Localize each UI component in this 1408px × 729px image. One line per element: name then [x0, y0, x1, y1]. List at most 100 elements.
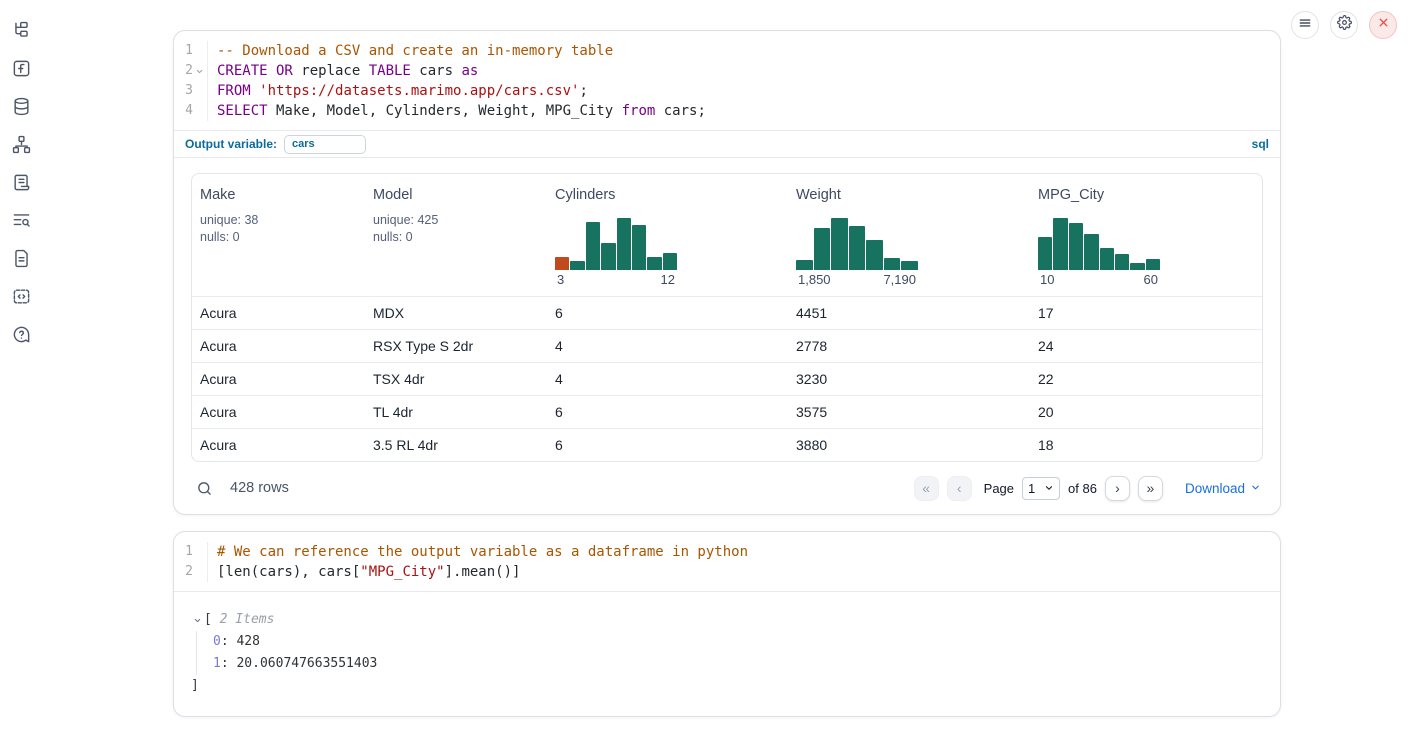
histogram-bar: [555, 257, 569, 270]
histogram-bar: [901, 261, 918, 270]
column-header[interactable]: Makeunique: 38nulls: 0: [192, 174, 365, 296]
histogram-bar: [849, 226, 866, 270]
sql-code-editor[interactable]: 1 -- Download a CSV and create an in-memo…: [174, 31, 1280, 130]
column-stat: unique: 425: [373, 212, 539, 229]
line-number: 1: [177, 542, 193, 562]
table-row[interactable]: AcuraTSX 4dr4323022: [192, 362, 1262, 395]
fold-spacer: [193, 105, 205, 117]
histogram-bar: [570, 261, 584, 270]
code-token: 2 Items: [220, 609, 275, 631]
sidebar-item-datasources[interactable]: [10, 98, 32, 120]
column-histogram[interactable]: 1060: [1038, 218, 1160, 287]
table-cell: 20: [1030, 404, 1262, 420]
code-token: "MPG_City": [360, 564, 444, 580]
histogram-bar: [1053, 218, 1067, 270]
line-gutter: 2: [174, 61, 208, 81]
line-number: 1: [177, 41, 193, 61]
download-label: Download: [1185, 481, 1245, 496]
page-select[interactable]: 1: [1022, 477, 1060, 500]
first-page-button[interactable]: «: [914, 476, 939, 501]
code-token: -- Download a CSV and create an in-memor…: [217, 43, 613, 59]
sidebar-item-file-explorer[interactable]: [10, 22, 32, 44]
table-row[interactable]: AcuraMDX6445117: [192, 296, 1262, 329]
search-icon[interactable]: [193, 477, 215, 499]
code-token: 0: [213, 631, 221, 653]
code-token: 428: [236, 631, 259, 653]
shutdown-button[interactable]: [1369, 11, 1397, 39]
column-histogram[interactable]: 312: [555, 218, 677, 287]
histogram-bar: [617, 218, 631, 270]
code-token: cars;: [655, 103, 706, 119]
column-header[interactable]: Modelunique: 425nulls: 0: [365, 174, 547, 296]
sidebar-item-logs[interactable]: [10, 174, 32, 196]
table-cell: RSX Type S 2dr: [365, 338, 547, 354]
notebook-actions: [1291, 11, 1397, 39]
histogram-bar: [647, 257, 661, 270]
chevron-down-icon[interactable]: [191, 616, 203, 625]
table-cell: Acura: [192, 437, 365, 453]
table-row[interactable]: Acura3.5 RL 4dr6388018: [192, 428, 1262, 461]
function-square-icon: [12, 59, 31, 83]
column-histogram[interactable]: 1,8507,190: [796, 218, 918, 287]
fold-spacer: [193, 546, 205, 558]
column-stat: unique: 38: [200, 212, 357, 229]
sidebar-item-documentation[interactable]: [10, 250, 32, 272]
code-line[interactable]: 1# We can reference the output variable …: [174, 542, 1280, 562]
table-row[interactable]: AcuraRSX Type S 2dr4277824: [192, 329, 1262, 362]
sidebar: [10, 22, 32, 348]
next-page-button[interactable]: ›: [1105, 476, 1130, 501]
code-token: Make, Model, Cylinders, Weight, MPG_City: [268, 103, 622, 119]
table-cell: 6: [547, 305, 788, 321]
line-gutter: 3: [174, 81, 208, 101]
prev-page-button[interactable]: ‹: [947, 476, 972, 501]
gear-icon: [1337, 15, 1352, 35]
row-count-label: 428 rows: [230, 480, 289, 496]
code-line[interactable]: 1 -- Download a CSV and create an in-memo…: [174, 41, 1280, 61]
line-number: 3: [177, 81, 193, 101]
text-search-icon: [12, 211, 31, 235]
last-page-button[interactable]: »: [1138, 476, 1163, 501]
output-variable-row: Output variable: sql: [174, 130, 1280, 157]
code-token: from: [622, 103, 656, 119]
fold-spacer: [193, 45, 205, 57]
column-header[interactable]: Weight 1,8507,190: [788, 174, 1030, 296]
histogram-bar: [1100, 248, 1114, 270]
histogram-axis-labels: 1,8507,190: [796, 272, 918, 287]
histogram-max-label: 60: [1144, 272, 1158, 287]
code-line[interactable]: 4SELECT Make, Model, Cylinders, Weight, …: [174, 101, 1280, 121]
line-gutter: 4: [174, 101, 208, 121]
code-token: :: [221, 653, 237, 675]
table-row[interactable]: AcuraTL 4dr6357520: [192, 395, 1262, 428]
code-token: cars: [411, 63, 462, 79]
code-token: [: [204, 609, 220, 631]
python-code-editor[interactable]: 1# We can reference the output variable …: [174, 532, 1280, 591]
download-button[interactable]: Download: [1185, 481, 1261, 496]
column-header[interactable]: MPG_City1060: [1030, 174, 1262, 296]
sidebar-item-scratchpad[interactable]: [10, 60, 32, 82]
output-variable-input[interactable]: [284, 135, 366, 154]
table-cell: 18: [1030, 437, 1262, 453]
table-header: Makeunique: 38nulls: 0Modelunique: 425nu…: [192, 174, 1262, 296]
code-token: ].mean()]: [445, 564, 521, 580]
sidebar-item-dependency-graph[interactable]: [10, 136, 32, 158]
settings-button[interactable]: [1330, 11, 1358, 39]
fold-chevron-icon[interactable]: [193, 65, 205, 77]
code-token: 'https://datasets.marimo.app/cars.csv': [259, 83, 579, 99]
notebook: 1 -- Download a CSV and create an in-memo…: [173, 30, 1281, 729]
code-token: 20.060747663551403: [236, 653, 377, 675]
table-cell: TSX 4dr: [365, 371, 547, 387]
menu-button[interactable]: [1291, 11, 1319, 39]
histogram-bar: [1038, 237, 1052, 270]
column-label: Model: [373, 187, 539, 203]
table-cell: 4: [547, 338, 788, 354]
sidebar-item-snippets[interactable]: [10, 288, 32, 310]
code-line[interactable]: 2CREATE OR replace TABLE cars as: [174, 61, 1280, 81]
code-line[interactable]: 2[len(cars), cars["MPG_City"].mean()]: [174, 562, 1280, 582]
sidebar-item-table-of-contents[interactable]: [10, 212, 32, 234]
sidebar-item-help[interactable]: [10, 326, 32, 348]
table-cell: Acura: [192, 371, 365, 387]
column-header[interactable]: Cylinders312: [547, 174, 788, 296]
column-label: Weight: [796, 187, 1022, 203]
line-gutter: 1: [174, 542, 208, 562]
code-line[interactable]: 3FROM 'https://datasets.marimo.app/cars.…: [174, 81, 1280, 101]
